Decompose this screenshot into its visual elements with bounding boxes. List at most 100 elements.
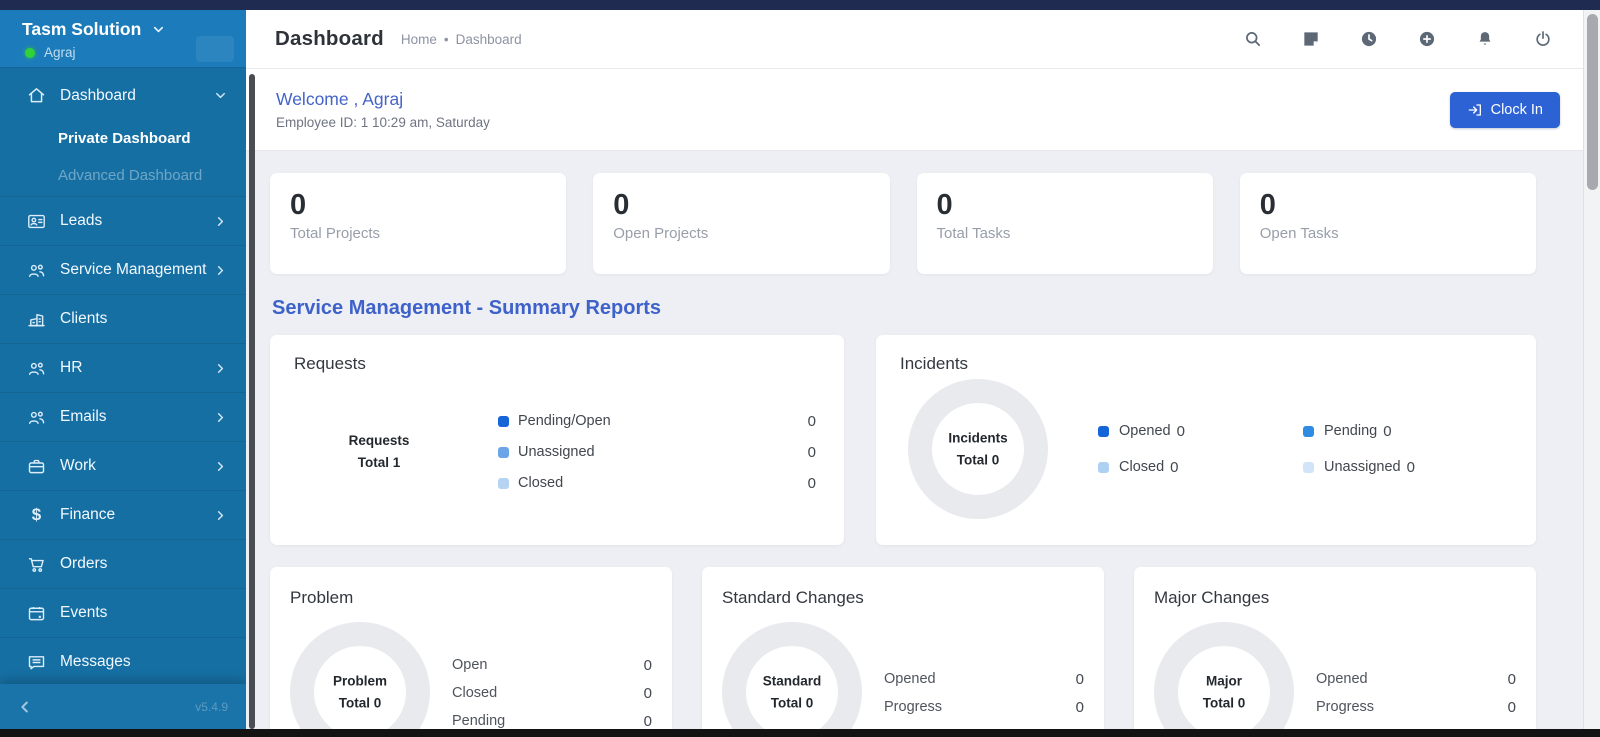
search-icon[interactable]: [1243, 29, 1263, 49]
brand-logo-placeholder: [196, 36, 234, 62]
legend-row: Closed 0: [498, 471, 816, 495]
card-title: Problem: [290, 588, 354, 607]
sidebar-item-hr[interactable]: HR: [0, 344, 246, 393]
sidebar-item-private-dashboard[interactable]: Private Dashboard: [0, 120, 246, 157]
bell-icon[interactable]: [1475, 29, 1495, 49]
dollar-icon: $: [31, 505, 42, 524]
legend-row: Progress 0: [884, 698, 1084, 716]
sidebar-item-leads[interactable]: Leads: [0, 197, 246, 246]
legend-row: Pending/Open 0: [498, 409, 816, 433]
clock-in-button[interactable]: Clock In: [1449, 91, 1560, 128]
top-navy-bar: [0, 0, 1600, 10]
briefcase-icon: [26, 456, 47, 477]
stat-label: Total Projects: [290, 225, 381, 243]
sidebar-item-label: Emails: [60, 408, 107, 425]
header-icons: [1243, 29, 1553, 49]
legend-row: Opened 0: [884, 670, 1084, 688]
home-icon: [26, 85, 47, 106]
legend-chip: [1303, 461, 1314, 473]
clock-in-label: Clock In: [1490, 101, 1543, 118]
breadcrumb-home-link[interactable]: Home: [401, 32, 437, 47]
sidebar-item-clients[interactable]: Clients: [0, 295, 246, 344]
sidebar-item-label: Finance: [60, 506, 116, 523]
sidebar-item-messages[interactable]: Messages: [0, 638, 246, 687]
requests-card: Requests Requests Total 1 Pending/Open 0: [270, 335, 844, 545]
workspace-switcher[interactable]: Tasm Solution: [22, 19, 226, 40]
donut-center-label: Standard Total 0: [762, 673, 822, 710]
sidebar-item-label: Clients: [60, 310, 108, 327]
card-title: Requests: [294, 354, 366, 373]
problem-donut-chart: Problem Total 0: [290, 622, 430, 729]
major-changes-body: Major Total 0 Opened 0 Progress 0: [1154, 610, 1516, 729]
chat-icon: [26, 652, 47, 673]
app-version: v5.4.9: [195, 699, 228, 714]
legend-chip: [498, 477, 509, 489]
legend-row: Pending 0: [452, 712, 652, 730]
incidents-card: Incidents Incidents Total 0 Opened 0 Clo…: [876, 335, 1536, 545]
users-icon: [26, 358, 47, 379]
sidebar-item-label: Work: [60, 457, 96, 474]
sidebar-item-events[interactable]: Events: [0, 589, 246, 638]
sidebar-item-orders[interactable]: Orders: [0, 540, 246, 589]
sidebar-item-advanced-dashboard[interactable]: Advanced Dashboard: [0, 157, 246, 194]
time-clock-icon[interactable]: [1359, 29, 1379, 49]
standard-changes-body: Standard Total 0 Opened 0 Progress 0: [722, 610, 1084, 729]
sidebar-item-label: Orders: [60, 555, 108, 572]
legend-row: Pending 0: [1303, 423, 1508, 440]
legend-row: Opened 0: [1316, 670, 1516, 688]
section-title: Service Management - Summary Reports: [272, 297, 662, 319]
welcome-greeting: Welcome , Agraj: [276, 89, 404, 109]
dashboard-content: 0 Total Projects 0 Open Projects 0 Total…: [246, 151, 1583, 729]
sidebar-item-label: Leads: [60, 212, 103, 229]
sidebar-item-emails[interactable]: Emails: [0, 393, 246, 442]
power-icon[interactable]: [1533, 29, 1553, 49]
requests-total-label: Requests Total 1: [348, 433, 410, 470]
stat-card-total-projects: 0 Total Projects: [270, 173, 567, 274]
note-icon[interactable]: [1301, 29, 1321, 49]
legend-chip: [1098, 461, 1109, 473]
chevron-right-icon: [213, 263, 228, 278]
requests-body: Requests Total 1 Pending/Open 0 Unassign…: [294, 382, 816, 522]
welcome-text-block: Welcome , Agraj Employee ID: 1 10:29 am,…: [276, 89, 490, 130]
requests-legend: Pending/Open 0 Unassigned 0 Closed 0: [498, 409, 816, 495]
sidebar-item-label: Dashboard: [60, 86, 136, 104]
sidebar-scrollbar-thumb[interactable]: [249, 74, 255, 729]
legend-chip: [498, 415, 509, 427]
incidents-body: Incidents Total 0 Opened 0 Closed 0 Pend…: [900, 379, 1508, 519]
sidebar-item-service-management[interactable]: Service Management: [0, 246, 246, 295]
stat-card-open-tasks: 0 Open Tasks: [1239, 173, 1536, 274]
page-scrollbar: [1583, 10, 1600, 729]
stat-value: 0: [613, 189, 630, 221]
stat-label: Open Tasks: [1259, 225, 1339, 243]
bottom-black-strip: [0, 729, 1600, 737]
sidebar-item-label: Service Management: [60, 261, 207, 278]
main-area: Dashboard Home • Dashboard Welcome , Agr…: [246, 10, 1583, 729]
sidebar-item-label: Messages: [60, 653, 131, 670]
card-title: Incidents: [900, 354, 969, 373]
calendar-icon: [26, 603, 47, 624]
collapse-sidebar-button[interactable]: [16, 698, 34, 716]
add-circle-icon[interactable]: [1417, 29, 1437, 49]
standard-changes-legend: Opened 0 Progress 0: [884, 667, 1084, 720]
reports-row-1: Requests Requests Total 1 Pending/Open 0: [270, 335, 1536, 545]
user-name: Agraj: [44, 45, 76, 60]
cart-icon: [26, 554, 47, 575]
dashboard-submenu: Private Dashboard Advanced Dashboard: [0, 120, 246, 197]
legend-column: Opened 0 Closed 0: [1098, 423, 1303, 476]
building-icon: [26, 309, 47, 330]
sidebar-item-dashboard[interactable]: Dashboard: [0, 71, 246, 120]
breadcrumb: Home • Dashboard: [401, 32, 522, 47]
legend-row: Unassigned 0: [1303, 459, 1508, 476]
sign-in-icon: [1468, 103, 1481, 116]
sidebar-brand: Tasm Solution Agraj: [0, 10, 246, 68]
page-scrollbar-thumb[interactable]: [1587, 14, 1598, 190]
stat-label: Total Tasks: [936, 225, 1011, 243]
reports-row-2: Problem Problem Total 0 Open 0 Closed 0 …: [270, 567, 1536, 729]
welcome-band: Welcome , Agraj Employee ID: 1 10:29 am,…: [246, 69, 1583, 151]
major-changes-donut-chart: Major Total 0: [1154, 622, 1294, 729]
sidebar-item-finance[interactable]: $ Finance: [0, 491, 246, 540]
standard-changes-card: Standard Changes Standard Total 0 Opened…: [702, 567, 1104, 729]
chevron-right-icon: [213, 508, 228, 523]
sidebar-item-work[interactable]: Work: [0, 442, 246, 491]
donut-center-label: Incidents Total 0: [948, 430, 1008, 467]
